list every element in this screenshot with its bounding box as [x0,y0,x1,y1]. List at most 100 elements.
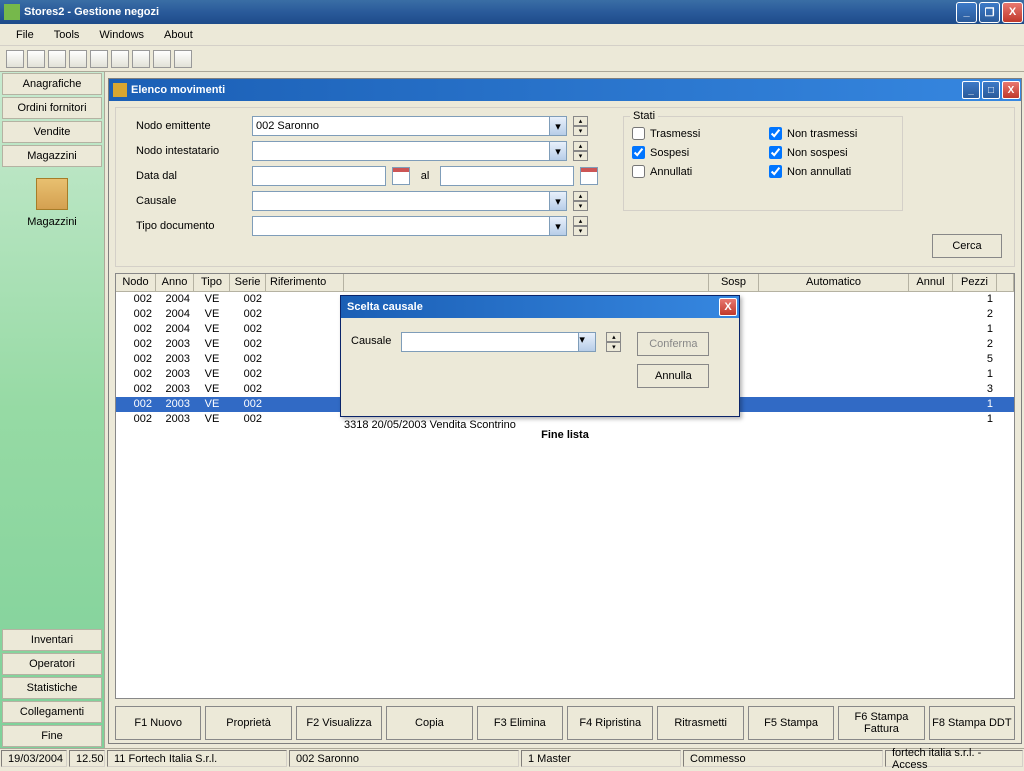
btn-f3-elimina[interactable]: F3 Elimina [477,706,563,740]
chevron-down-icon[interactable]: ▾ [549,117,566,135]
tipo-doc-label: Tipo documento [136,220,246,232]
toolbar-icon-4[interactable] [69,50,87,68]
child-close-button[interactable]: X [1002,81,1020,99]
nodo-emittente-spin[interactable]: ▴▾ [573,116,588,136]
nodo-intestatario-spin[interactable]: ▴▾ [573,141,588,161]
nodo-emittente-dropdown[interactable]: 002 Saronno▾ [252,116,567,136]
col-annul[interactable]: Annul [909,274,953,291]
sidebar-collegamenti[interactable]: Collegamenti [2,701,102,723]
filter-panel: Nodo emittente 002 Saronno▾ ▴▾ Nodo inte… [115,107,1015,267]
toolbar-icon-8[interactable] [153,50,171,68]
btn-copia[interactable]: Copia [386,706,472,740]
sidebar-operatori[interactable]: Operatori [2,653,102,675]
btn-f5-stampa[interactable]: F5 Stampa [748,706,834,740]
modal-titlebar: Scelta causale X [341,296,739,318]
sidebar-fine[interactable]: Fine [2,725,102,747]
menu-file[interactable]: File [6,26,44,44]
child-icon [113,83,127,97]
fine-lista: Fine lista [116,427,1014,443]
tipo-doc-spin[interactable]: ▴▾ [573,216,588,236]
child-minimize-button[interactable]: _ [962,81,980,99]
sidebar-ordini[interactable]: Ordini fornitori [2,97,102,119]
chevron-down-icon[interactable]: ▾ [549,192,566,210]
status-company: 11 Fortech Italia S.r.l. [107,750,287,767]
col-serie[interactable]: Serie [230,274,266,291]
nodo-emittente-label: Nodo emittente [136,120,246,132]
btn-f1-nuovo[interactable]: F1 Nuovo [115,706,201,740]
nodo-intestatario-dropdown[interactable]: ▾ [252,141,567,161]
menubar: File Tools Windows About [0,24,1024,46]
status-bar: 19/03/2004 12.50 11 Fortech Italia S.r.l… [0,748,1024,768]
modal-close-button[interactable]: X [719,298,737,316]
chevron-down-icon[interactable]: ▾ [578,333,595,351]
bottom-button-bar: F1 Nuovo Proprietà F2 Visualizza Copia F… [115,703,1015,743]
col-sosp[interactable]: Sosp [709,274,759,291]
modal-causale-spin[interactable]: ▴▾ [606,332,621,352]
magazzini-icon[interactable] [36,178,68,210]
chk-annullati[interactable] [632,165,645,178]
col-riferimento[interactable]: Riferimento [266,274,344,291]
toolbar-icon-6[interactable] [111,50,129,68]
status-node: 002 Saronno [289,750,519,767]
chevron-down-icon[interactable]: ▾ [549,217,566,235]
sidebar-magazzini[interactable]: Magazzini [2,145,102,167]
minimize-button[interactable]: _ [956,2,977,23]
modal-causale-label: Causale [351,335,391,347]
btn-f2-visualizza[interactable]: F2 Visualizza [296,706,382,740]
data-al-input[interactable] [440,166,574,186]
calendar-icon[interactable] [580,167,598,185]
child-maximize-button[interactable]: □ [982,81,1000,99]
causale-spin[interactable]: ▴▾ [573,191,588,211]
col-gap[interactable] [344,274,709,291]
toolbar-icon-7[interactable] [132,50,150,68]
restore-button[interactable]: ❐ [979,2,1000,23]
toolbar-icon-2[interactable] [27,50,45,68]
sidebar-anagrafiche[interactable]: Anagrafiche [2,73,102,95]
chk-sospesi[interactable] [632,146,645,159]
chk-non-annullati[interactable] [769,165,782,178]
status-time: 12.50 [69,750,105,767]
btn-f8-stampa-ddt[interactable]: F8 Stampa DDT [929,706,1015,740]
chk-non-trasmessi[interactable] [769,127,782,140]
btn-f4-ripristina[interactable]: F4 Ripristina [567,706,653,740]
data-dal-label: Data dal [136,170,246,182]
menu-windows[interactable]: Windows [89,26,154,44]
modal-causale-dropdown[interactable]: ▾ [401,332,596,352]
stati-groupbox: Stati Trasmessi Non trasmessi Sospesi No… [623,116,903,211]
status-credits: fortech italia s.r.l. - Access [885,750,1023,767]
app-icon [4,4,20,20]
col-automatico[interactable]: Automatico [759,274,909,291]
menu-tools[interactable]: Tools [44,26,90,44]
sidebar-statistiche[interactable]: Statistiche [2,677,102,699]
btn-proprieta[interactable]: Proprietà [205,706,291,740]
calendar-icon[interactable] [392,167,410,185]
toolbar [0,46,1024,72]
close-button[interactable]: X [1002,2,1023,23]
status-commesso: Commesso [683,750,883,767]
btn-ritrasmetti[interactable]: Ritrasmetti [657,706,743,740]
toolbar-icon-9[interactable] [174,50,192,68]
magazzini-label: Magazzini [27,216,77,228]
causale-dropdown[interactable]: ▾ [252,191,567,211]
toolbar-icon-3[interactable] [48,50,66,68]
modal-conferma-button[interactable]: Conferma [637,332,709,356]
col-pezzi[interactable]: Pezzi [953,274,997,291]
chk-trasmessi[interactable] [632,127,645,140]
toolbar-icon-5[interactable] [90,50,108,68]
partial-visible-row: 3318 20/05/2003 Vendita Scontrino [344,419,516,431]
toolbar-icon-1[interactable] [6,50,24,68]
data-dal-input[interactable] [252,166,386,186]
chevron-down-icon[interactable]: ▾ [549,142,566,160]
col-anno[interactable]: Anno [156,274,194,291]
sidebar-inventari[interactable]: Inventari [2,629,102,651]
cerca-button[interactable]: Cerca [932,234,1002,258]
menu-about[interactable]: About [154,26,203,44]
chk-non-sospesi[interactable] [769,146,782,159]
btn-f6-stampa-fattura[interactable]: F6 Stampa Fattura [838,706,924,740]
col-tipo[interactable]: Tipo [194,274,230,291]
col-nodo[interactable]: Nodo [116,274,156,291]
tipo-doc-dropdown[interactable]: ▾ [252,216,567,236]
sidebar-vendite[interactable]: Vendite [2,121,102,143]
modal-annulla-button[interactable]: Annulla [637,364,709,388]
sidebar: Anagrafiche Ordini fornitori Vendite Mag… [0,72,105,748]
